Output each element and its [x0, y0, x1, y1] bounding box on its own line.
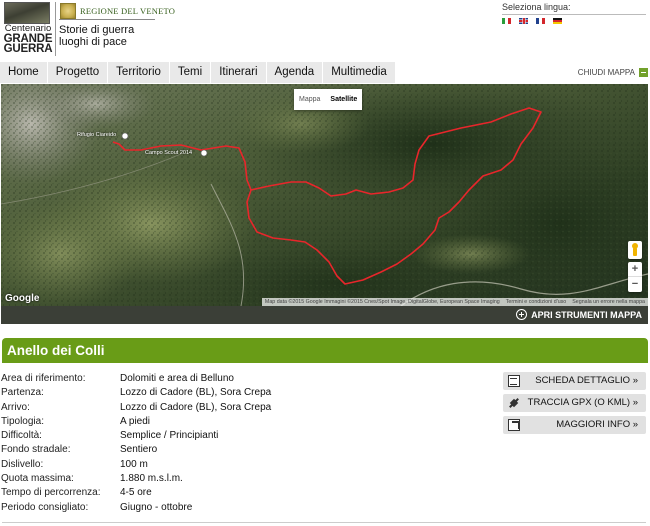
- centenario-logo[interactable]: Centenario GRANDE GUERRA: [2, 2, 54, 58]
- zoom-out-button[interactable]: −: [628, 277, 642, 292]
- header-divider: [55, 2, 56, 56]
- detail-row-quota: Quota massima: 1.880 m.s.l.m.: [1, 472, 301, 486]
- tagline-line-2: luoghi di pace: [59, 36, 127, 48]
- terms-link[interactable]: Termini e condizioni d'uso: [506, 298, 567, 306]
- detail-value: 100 m: [120, 458, 148, 470]
- flag-it-icon[interactable]: [502, 18, 511, 24]
- detail-label: Dislivello:: [1, 458, 44, 470]
- map-tools-bar: APRI STRUMENTI MAPPA: [1, 306, 648, 324]
- detail-value: 1.880 m.s.l.m.: [120, 473, 183, 485]
- detail-value: Dolomiti e area di Belluno: [120, 373, 234, 384]
- zoom-control: + −: [628, 262, 642, 292]
- itinerary-actions: SCHEDA DETTAGLIO » TRACCIA GPX (O KML) »…: [503, 372, 646, 438]
- place-label-campo-scout[interactable]: Campo Scout 2014: [145, 150, 192, 156]
- plus-circle-icon: [516, 309, 528, 320]
- site-header: Centenario GRANDE GUERRA REGIONE DEL VEN…: [0, 0, 650, 60]
- google-logo: Google: [5, 293, 40, 304]
- traccia-gpx-button[interactable]: TRACCIA GPX (O KML) »: [503, 394, 646, 412]
- detail-value: Lozzo di Cadore (BL), Sora Crepa: [120, 387, 272, 399]
- detail-label: Area di riferimento:: [1, 373, 86, 384]
- place-label-rifugio[interactable]: Rifugio Ciareido: [77, 132, 116, 138]
- detail-value: Giugno - ottobre: [120, 501, 193, 513]
- main-nav: Home Progetto Territorio Temi Itinerari …: [0, 62, 650, 83]
- minus-icon: [639, 68, 648, 77]
- flag-fr-icon[interactable]: [536, 18, 545, 24]
- street-view-pegman-icon[interactable]: [628, 241, 642, 259]
- nav-item-home[interactable]: Home: [0, 62, 47, 83]
- detail-label: Fondo stradale:: [1, 444, 71, 456]
- map-type-map-button[interactable]: Mappa: [294, 89, 325, 110]
- detail-label: Tempo di percorrenza:: [1, 487, 101, 499]
- logo-line-3: GUERRA: [3, 43, 53, 55]
- itinerary-title-bar: Anello dei Colli: [2, 338, 648, 363]
- detail-row-dislivello: Dislivello: 100 m: [1, 458, 301, 472]
- nav-item-temi[interactable]: Temi: [169, 62, 211, 83]
- open-map-tools-label: APRI STRUMENTI MAPPA: [531, 309, 642, 320]
- traccia-gpx-label: TRACCIA GPX (O KML) »: [527, 397, 638, 408]
- detail-value: 4-5 ore: [120, 487, 152, 499]
- scheda-dettaglio-label: SCHEDA DETTAGLIO »: [535, 375, 638, 386]
- language-divider: [502, 14, 646, 15]
- map-type-control: Mappa Satellite: [294, 89, 363, 110]
- detail-row-tipologia: Tipologia: A piedi: [1, 415, 301, 429]
- map-attribution: Map data ©2015 Google Immagini ©2015 Cne…: [261, 298, 648, 306]
- itinerary-details: Area di riferimento: Dolomiti e area di B…: [1, 372, 301, 515]
- external-link-icon: [508, 419, 520, 431]
- regione-veneto-logo[interactable]: REGIONE DEL VENETO: [59, 2, 175, 20]
- detail-label: Quota massima:: [1, 473, 74, 485]
- regione-seal-icon: [60, 3, 76, 19]
- flag-en-icon[interactable]: [519, 18, 528, 24]
- detail-row-difficolta: Difficoltà: Semplice / Principianti: [1, 429, 301, 443]
- detail-row-tempo: Tempo di percorrenza: 4-5 ore: [1, 486, 301, 500]
- nav-item-territorio[interactable]: Territorio: [108, 62, 169, 83]
- close-map-toggle[interactable]: CHIUDI MAPPA: [578, 68, 648, 77]
- satellite-imagery: [1, 84, 648, 306]
- close-map-label: CHIUDI MAPPA: [577, 68, 635, 77]
- detail-label: Partenza:: [1, 387, 44, 399]
- logo-image: [4, 2, 50, 24]
- detail-label: Arrivo:: [1, 401, 30, 413]
- detail-label: Difficoltà:: [1, 430, 42, 442]
- maggiori-info-button[interactable]: MAGGIORI INFO »: [503, 416, 646, 434]
- logo-text: Centenario GRANDE GUERRA: [2, 24, 54, 55]
- nav-item-agenda[interactable]: Agenda: [266, 62, 323, 83]
- satellite-map[interactable]: Rifugio Ciareido Campo Scout 2014 Mappa …: [1, 84, 648, 306]
- detail-value: Semplice / Principianti: [120, 430, 219, 442]
- maggiori-info-label: MAGGIORI INFO »: [556, 419, 638, 430]
- detail-row-fondo: Fondo stradale: Sentiero: [1, 443, 301, 457]
- tagline-line-1: Storie di guerra: [59, 24, 135, 36]
- site-tagline: Storie di guerra luoghi di pace: [59, 24, 134, 48]
- nav-item-progetto[interactable]: Progetto: [47, 62, 108, 83]
- language-label: Seleziona lingua:: [502, 2, 571, 12]
- report-error-link[interactable]: Segnala un errore nella mappa: [572, 298, 645, 306]
- regione-name: REGIONE DEL VENETO: [80, 6, 176, 16]
- detail-label: Periodo consigliato:: [1, 501, 89, 513]
- scheda-dettaglio-button[interactable]: SCHEDA DETTAGLIO »: [503, 372, 646, 390]
- flag-de-icon[interactable]: [553, 18, 562, 24]
- detail-value: Sentiero: [120, 444, 158, 456]
- detail-value: Lozzo di Cadore (BL), Sora Crepa: [120, 401, 272, 413]
- map-type-satellite-button[interactable]: Satellite: [325, 89, 362, 110]
- bottom-divider: [2, 522, 646, 523]
- detail-row-area: Area di riferimento: Dolomiti e area di B…: [1, 372, 301, 386]
- nav-item-itinerari[interactable]: Itinerari: [211, 62, 266, 83]
- map-data-credit: Map data ©2015 Google Immagini ©2015 Cne…: [264, 299, 500, 305]
- open-map-tools-button[interactable]: APRI STRUMENTI MAPPA: [516, 309, 642, 320]
- detail-value: A piedi: [120, 415, 151, 427]
- detail-row-partenza: Partenza: Lozzo di Cadore (BL), Sora Crep…: [1, 386, 301, 400]
- nav-item-multimedia[interactable]: Multimedia: [323, 62, 395, 83]
- detail-row-arrivo: Arrivo: Lozzo di Cadore (BL), Sora Crepa: [1, 401, 301, 415]
- detail-row-periodo: Periodo consigliato: Giugno - ottobre: [1, 501, 301, 515]
- language-flags: [502, 18, 562, 24]
- zoom-in-button[interactable]: +: [628, 262, 642, 277]
- detail-label: Tipologia:: [1, 415, 44, 427]
- itinerary-title: Anello dei Colli: [7, 343, 105, 358]
- satellite-icon: [508, 397, 520, 409]
- document-icon: [508, 375, 520, 387]
